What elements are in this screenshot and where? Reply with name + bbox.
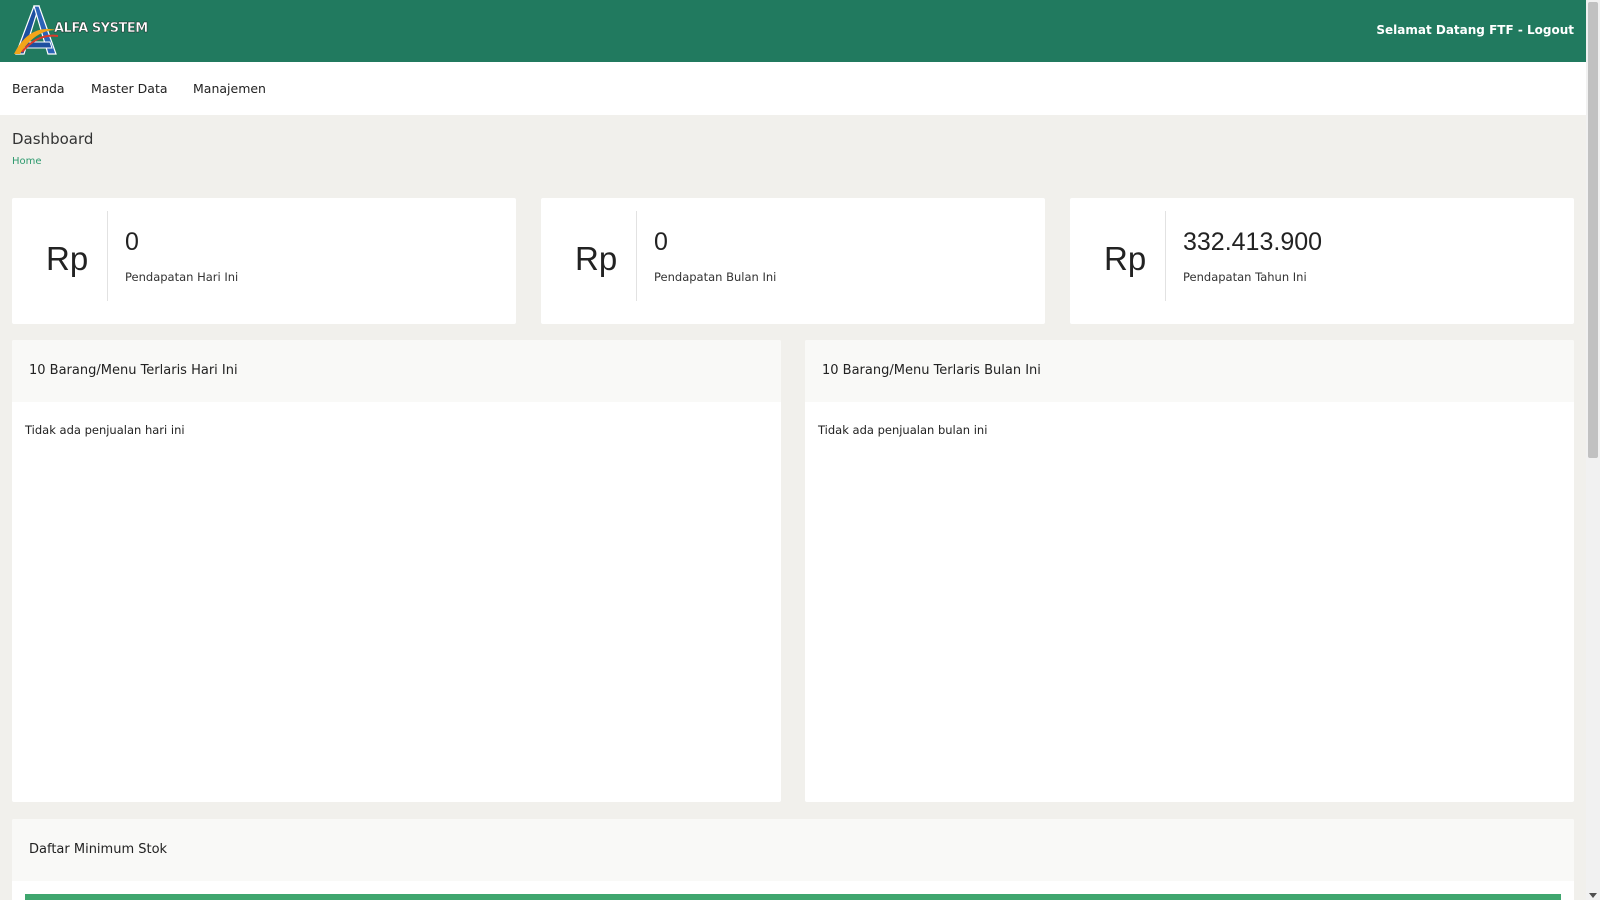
scroll-thumb[interactable] (1588, 2, 1598, 458)
welcome-logout-link[interactable]: Selamat Datang FTF - Logout (1376, 23, 1574, 37)
stat-divider (1165, 211, 1166, 301)
stat-divider (107, 211, 108, 301)
top-header: ALFA SYSTEM Selamat Datang FTF - Logout (0, 0, 1586, 62)
panel-title: 10 Barang/Menu Terlaris Bulan Ini (822, 363, 1041, 378)
breadcrumb-home-link[interactable]: Home (12, 156, 42, 167)
logo-text: ALFA SYSTEM (54, 21, 149, 36)
stat-label: Pendapatan Tahun Ini (1183, 270, 1307, 284)
panel-top-items-today: 10 Barang/Menu Terlaris Hari Ini Tidak a… (12, 340, 781, 802)
page-scrollbar[interactable] (1586, 0, 1600, 900)
panel-title: Daftar Minimum Stok (29, 842, 168, 857)
nav-item-master-data[interactable]: Master Data (91, 81, 168, 96)
currency-label: Rp (46, 240, 89, 277)
empty-state-text: Tidak ada penjualan hari ini (25, 423, 185, 437)
currency-label: Rp (575, 240, 618, 277)
stat-label: Pendapatan Hari Ini (125, 270, 239, 284)
nav-item-beranda[interactable]: Beranda (12, 81, 65, 96)
stock-table-header (25, 894, 1561, 900)
stat-value: 0 (654, 228, 668, 256)
stat-card-today: Rp 0 Pendapatan Hari Ini (12, 198, 516, 324)
panel-header: 10 Barang/Menu Terlaris Bulan Ini (805, 340, 1574, 402)
stat-card-year: Rp 332.413.900 Pendapatan Tahun Ini (1070, 198, 1574, 324)
alfa-system-logo[interactable]: ALFA SYSTEM (12, 4, 154, 58)
chevron-down-icon[interactable] (1589, 893, 1597, 898)
stat-divider (636, 211, 637, 301)
empty-state-text: Tidak ada penjualan bulan ini (818, 423, 988, 437)
main-nav: Beranda Master Data Manajemen (0, 62, 1586, 115)
stat-value: 332.413.900 (1183, 228, 1323, 256)
stat-label: Pendapatan Bulan Ini (654, 270, 777, 284)
page-title: Dashboard (12, 130, 94, 148)
nav-item-manajemen[interactable]: Manajemen (193, 81, 266, 96)
panel-minimum-stock: Daftar Minimum Stok (12, 819, 1574, 900)
panel-header: 10 Barang/Menu Terlaris Hari Ini (12, 340, 781, 402)
stat-card-month: Rp 0 Pendapatan Bulan Ini (541, 198, 1045, 324)
panel-title: 10 Barang/Menu Terlaris Hari Ini (29, 363, 238, 378)
currency-label: Rp (1104, 240, 1147, 277)
app-viewport: ALFA SYSTEM Selamat Datang FTF - Logout … (0, 0, 1586, 900)
panel-top-items-month: 10 Barang/Menu Terlaris Bulan Ini Tidak … (805, 340, 1574, 802)
stat-value: 0 (125, 228, 139, 256)
panel-header: Daftar Minimum Stok (12, 819, 1574, 881)
